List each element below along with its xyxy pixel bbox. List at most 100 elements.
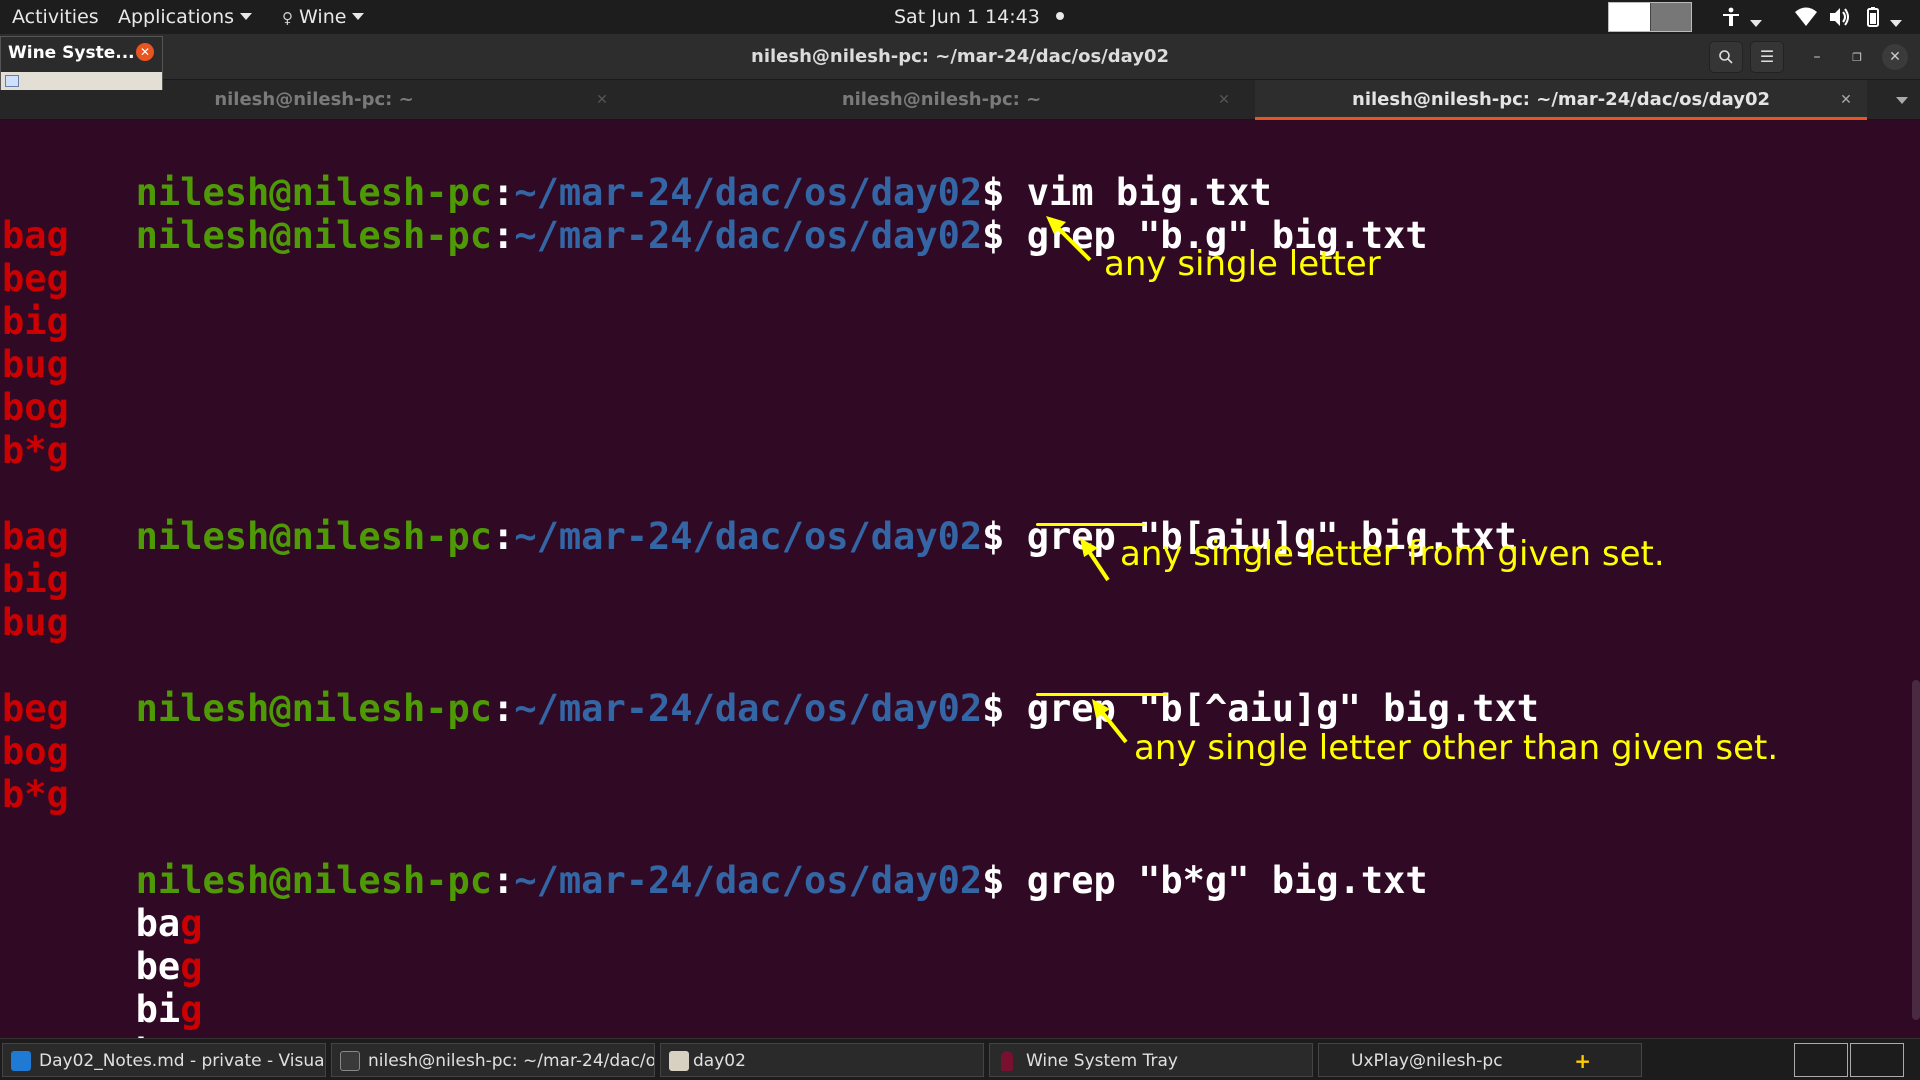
applications-menu[interactable]: Applications <box>118 0 253 34</box>
accessibility-icon[interactable] <box>1720 6 1742 28</box>
task-label: Day02_Notes.md - private - Visual S... <box>39 1051 326 1071</box>
activities-label: Activities <box>12 6 99 28</box>
applications-label: Applications <box>118 6 235 28</box>
task-terminal[interactable]: nilesh@nilesh-pc: ~/mar-24/dac/os/... <box>331 1043 655 1077</box>
prompt-dollar: $ <box>982 859 1005 902</box>
prompt-user: nilesh@nilesh-pc <box>135 214 493 257</box>
prompt-path: ~/mar-24/dac/os/day02 <box>514 687 983 730</box>
task-label: UxPlay@nilesh-pc <box>1351 1051 1503 1071</box>
annotation-underline <box>1036 693 1167 696</box>
clock[interactable]: Sat Jun 1 14:43 <box>894 0 1064 34</box>
minimize-button[interactable]: – <box>1804 44 1830 70</box>
output-line: beg <box>2 687 69 730</box>
tab-list-chevron-icon[interactable] <box>1896 97 1908 104</box>
output-line: bag <box>2 515 69 558</box>
prompt-path: ~/mar-24/dac/os/day02 <box>514 214 983 257</box>
output-line: bug <box>2 601 69 644</box>
close-button[interactable]: ✕ <box>1882 44 1908 70</box>
tab-close-icon[interactable]: ✕ <box>1836 80 1856 120</box>
output-line: bag <box>2 214 69 257</box>
tray-app-icon[interactable] <box>5 75 19 87</box>
restore-icon: ❐ <box>1852 51 1862 64</box>
terminal-view[interactable]: nilesh@nilesh-pc:~/mar-24/dac/os/day02$ … <box>0 120 1920 1074</box>
prompt-sep: : <box>492 214 515 257</box>
wine-glass-icon: ♀ <box>282 9 293 27</box>
output-line: beg <box>2 257 69 300</box>
output-line: beg <box>2 902 203 988</box>
task-wine-tray[interactable]: Wine System Tray <box>989 1043 1313 1077</box>
prompt-path: ~/mar-24/dac/os/day02 <box>514 859 983 902</box>
prompt-path: ~/mar-24/dac/os/day02 <box>514 515 983 558</box>
tab-close-icon[interactable]: ✕ <box>1214 80 1234 120</box>
taskbar: Day02_Notes.md - private - Visual S... n… <box>0 1038 1920 1080</box>
tray-strip <box>1 72 162 90</box>
output-line: bug <box>2 343 69 386</box>
task-uxplay[interactable]: UxPlay@nilesh-pc + <box>1318 1043 1642 1077</box>
annotation-underline <box>1036 523 1145 526</box>
prompt-dollar: $ <box>982 214 1005 257</box>
prompt-line: nilesh@nilesh-pc:~/mar-24/dac/os/day02$ … <box>2 171 1428 257</box>
plus-icon: + <box>1574 1049 1591 1073</box>
close-icon: ✕ <box>1889 49 1901 65</box>
vscode-icon <box>11 1051 31 1071</box>
prompt-user: nilesh@nilesh-pc <box>135 687 493 730</box>
notification-dot-icon <box>1055 12 1064 20</box>
output-line: b*g <box>2 429 69 472</box>
chevron-down-icon[interactable] <box>1750 14 1762 36</box>
workspace-switcher[interactable] <box>1608 2 1692 32</box>
hamburger-icon: ☰ <box>1759 47 1775 66</box>
activities-button[interactable]: Activities <box>12 0 99 34</box>
workspace-1-thumb[interactable] <box>1794 1043 1848 1077</box>
workspace-2-thumb[interactable] <box>1850 1043 1904 1077</box>
prompt-line: nilesh@nilesh-pc:~/mar-24/dac/os/day02$ … <box>2 472 1517 558</box>
clock-label: Sat Jun 1 14:43 <box>894 6 1040 28</box>
workspace-1[interactable] <box>1609 3 1650 31</box>
task-label: Wine System Tray <box>1026 1051 1178 1071</box>
prompt-sep: : <box>492 687 515 730</box>
annotation-note: any single letter from given set. <box>1120 534 1665 574</box>
terminal-scrollbar[interactable] <box>1912 680 1920 1020</box>
chevron-down-icon[interactable] <box>1890 14 1902 36</box>
wine-menu[interactable]: ♀ Wine <box>282 0 365 34</box>
prompt-line: nilesh@nilesh-pc:~/mar-24/dac/os/day02$ … <box>2 816 1428 902</box>
annotation-note: any single letter other than given set. <box>1134 728 1779 768</box>
output-line: bog <box>2 386 69 429</box>
wifi-icon[interactable] <box>1794 6 1818 28</box>
workspace-2[interactable] <box>1651 3 1691 31</box>
volume-icon[interactable] <box>1828 6 1852 28</box>
prompt-line: nilesh@nilesh-pc:~/mar-24/dac/os/day02$ … <box>2 128 1272 214</box>
close-icon[interactable]: ✕ <box>136 43 154 61</box>
battery-icon[interactable] <box>1862 6 1884 28</box>
prompt-dollar: $ <box>982 515 1005 558</box>
window-headerbar: nilesh@nilesh-pc: ~/mar-24/dac/os/day02 … <box>0 34 1920 80</box>
chevron-down-icon <box>352 13 365 20</box>
search-button[interactable] <box>1709 41 1743 73</box>
window-title: nilesh@nilesh-pc: ~/mar-24/dac/os/day02 <box>751 46 1169 67</box>
tab-home-2[interactable]: nilesh@nilesh-pc: ~ <box>628 80 1255 120</box>
tab-close-icon[interactable]: ✕ <box>592 80 612 120</box>
terminal-icon <box>340 1051 360 1071</box>
prompt-sep: : <box>492 515 515 558</box>
tab-day02[interactable]: nilesh@nilesh-pc: ~/mar-24/dac/os/day02 <box>1255 80 1867 120</box>
prompt-sep: : <box>492 859 515 902</box>
output-line: big <box>2 558 69 601</box>
wine-icon <box>1001 1051 1013 1071</box>
output-line: b*g <box>2 773 69 816</box>
prompt-line: nilesh@nilesh-pc:~/mar-24/dac/os/day02$ … <box>2 644 1539 730</box>
output-line: big <box>2 300 69 343</box>
folder-icon <box>669 1051 689 1071</box>
tab-label: nilesh@nilesh-pc: ~ <box>841 89 1042 110</box>
minimize-icon: – <box>1813 49 1821 65</box>
output-line: big <box>2 945 203 1031</box>
task-label: day02 <box>693 1051 746 1071</box>
annotation-note: any single letter <box>1104 244 1381 284</box>
output-line: bag <box>2 859 203 945</box>
maximize-button[interactable]: ❐ <box>1844 44 1870 70</box>
chevron-down-icon <box>240 13 253 20</box>
search-icon <box>1719 50 1733 64</box>
wine-system-tray-popup[interactable]: Wine Syste... ✕ <box>0 36 163 90</box>
task-files[interactable]: day02 <box>660 1043 984 1077</box>
tab-label: nilesh@nilesh-pc: ~/mar-24/dac/os/day02 <box>1352 89 1770 110</box>
menu-button[interactable]: ☰ <box>1750 41 1784 73</box>
task-vscode[interactable]: Day02_Notes.md - private - Visual S... <box>2 1043 326 1077</box>
